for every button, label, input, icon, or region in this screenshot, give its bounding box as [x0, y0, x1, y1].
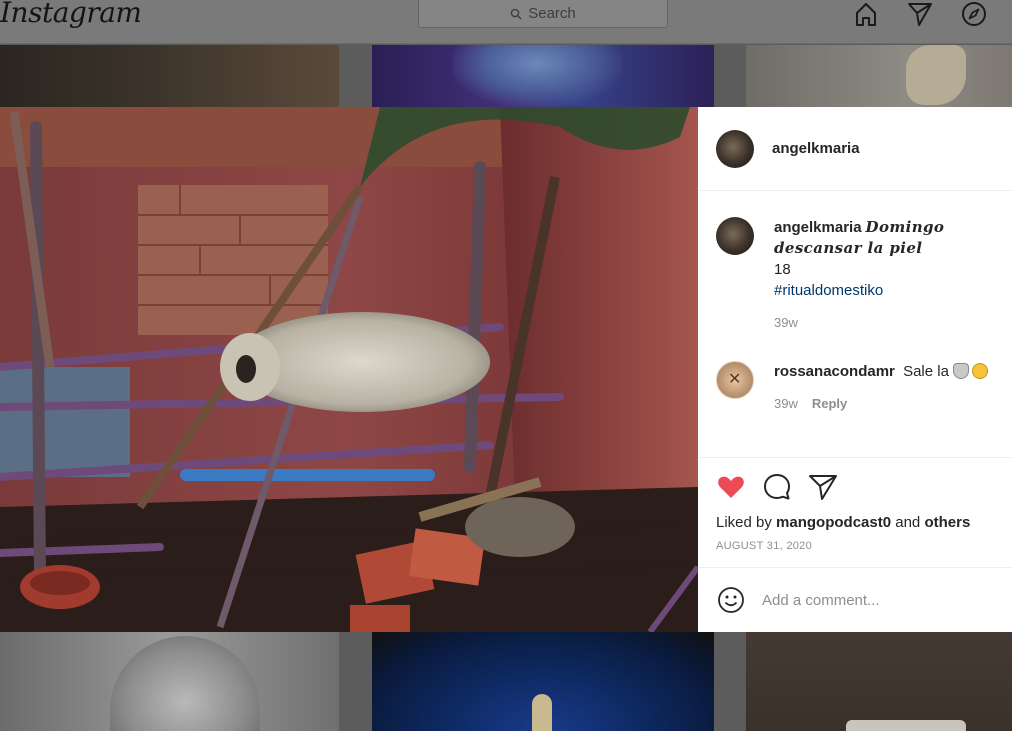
liked-by-and: and: [895, 514, 921, 531]
comment-icon[interactable]: [762, 472, 792, 502]
heart-icon[interactable]: [716, 472, 746, 502]
comment-item: rossanacondamr Sale la 39w Reply: [716, 361, 996, 414]
caption-line-2: 18: [774, 261, 791, 278]
reply-button[interactable]: Reply: [812, 393, 847, 414]
caption: angelkmaria Domingo descansar la piel 18 …: [716, 217, 996, 333]
action-icons: [716, 472, 1012, 502]
avatar[interactable]: [716, 217, 754, 255]
yellow-circle-emoji-icon: [971, 363, 988, 379]
hashtag-link[interactable]: #ritualdomestiko: [774, 282, 883, 299]
nav-icons: [852, 0, 988, 28]
avatar[interactable]: [716, 129, 754, 168]
comment-time[interactable]: 39w: [774, 393, 798, 414]
comment-body: rossanacondamr Sale la 39w Reply: [774, 361, 988, 414]
explore-icon[interactable]: [960, 0, 988, 28]
direct-icon[interactable]: [906, 0, 934, 28]
sheep-photo: [0, 107, 698, 632]
liked-by: Liked by mangopodcast0 and others: [716, 514, 1012, 531]
comments-section: angelkmaria Domingo descansar la piel 18 …: [698, 191, 1012, 414]
search-icon: [510, 8, 522, 19]
emoji-icon[interactable]: [716, 585, 746, 615]
wolf-emoji-icon: [952, 363, 969, 379]
grid-photo[interactable]: [0, 45, 339, 107]
post-details-panel: angelkmaria angelkmaria Domingo descansar…: [698, 107, 1012, 632]
grid-photo[interactable]: [0, 632, 339, 731]
search-box[interactable]: Search: [418, 0, 668, 28]
grid-photo[interactable]: [372, 45, 714, 107]
liked-by-prefix: Liked by: [716, 514, 772, 531]
post-header: angelkmaria: [698, 107, 1012, 191]
post-date[interactable]: AUGUST 31, 2020: [716, 540, 1012, 552]
share-icon[interactable]: [808, 472, 838, 502]
caption-username[interactable]: angelkmaria: [774, 219, 862, 236]
caption-time[interactable]: 39w: [774, 312, 798, 333]
comment-text: Sale la: [903, 363, 949, 380]
grid-photo[interactable]: [746, 45, 1012, 107]
liked-by-user[interactable]: mangopodcast0: [776, 514, 891, 531]
comment-username[interactable]: rossanacondamr: [774, 363, 895, 380]
grid-photo[interactable]: [372, 632, 714, 731]
post-image[interactable]: [0, 107, 698, 632]
search-placeholder: Search: [528, 5, 576, 22]
grid-photo[interactable]: [746, 632, 1012, 731]
avatar[interactable]: [716, 361, 754, 399]
add-comment-bar: [698, 567, 1012, 632]
home-icon[interactable]: [852, 0, 880, 28]
caption-body: angelkmaria Domingo descansar la piel 18 …: [774, 217, 996, 333]
comment-meta: 39w Reply: [774, 393, 988, 414]
post-username[interactable]: angelkmaria: [772, 140, 860, 157]
add-comment-input[interactable]: [762, 591, 992, 609]
top-navigation-bar: Instagram Search: [0, 0, 1012, 44]
liked-by-others[interactable]: others: [924, 514, 970, 531]
instagram-logo[interactable]: Instagram: [0, 0, 142, 29]
caption-meta: 39w: [774, 312, 996, 333]
post-actions: Liked by mangopodcast0 and others AUGUST…: [698, 457, 1012, 552]
